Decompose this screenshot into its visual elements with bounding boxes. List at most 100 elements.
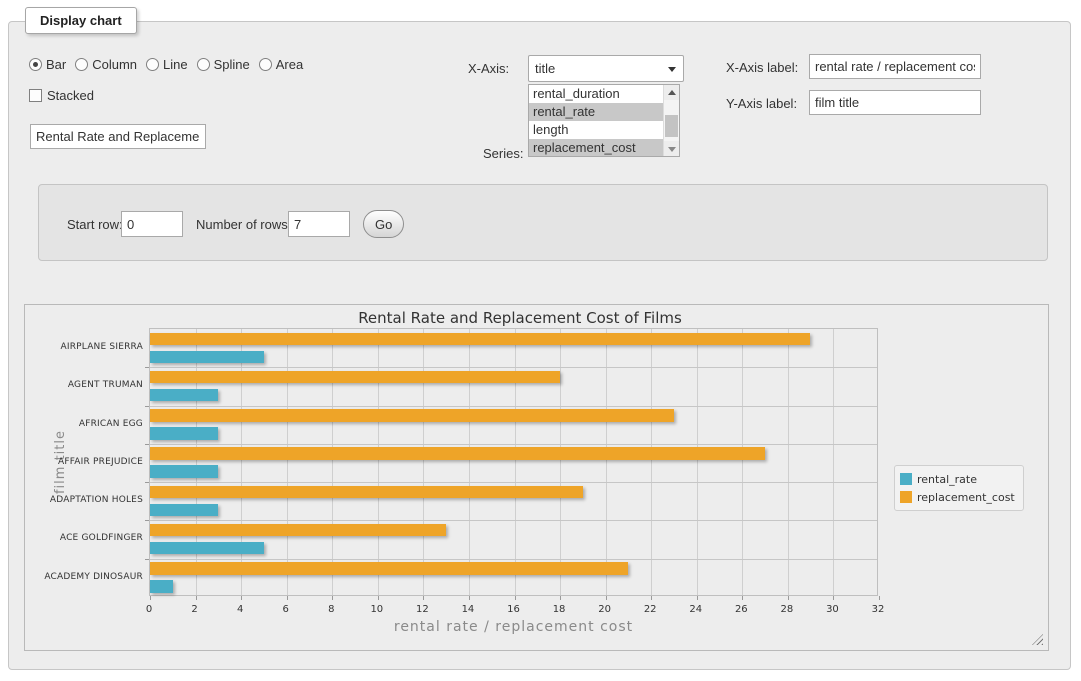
- x-tick-label: 24: [689, 604, 702, 615]
- radio-icon[interactable]: [29, 58, 42, 71]
- category-label: AFFAIR PREJUDICE: [25, 443, 143, 481]
- bar-replacement_cost[interactable]: [150, 524, 446, 537]
- gridline: [560, 329, 561, 595]
- bar-rental_rate[interactable]: [150, 504, 218, 517]
- gridline: [150, 520, 877, 521]
- legend-item-rental_rate[interactable]: rental_rate: [900, 470, 1015, 488]
- gridline: [651, 329, 652, 595]
- chart-type-radio-area[interactable]: Area: [259, 57, 303, 72]
- scrollbar-thumb[interactable]: [665, 115, 678, 137]
- start-row-input[interactable]: [121, 211, 183, 237]
- number-of-rows-input[interactable]: [288, 211, 350, 237]
- scroll-up-icon[interactable]: [664, 85, 679, 100]
- gridline: [606, 329, 607, 595]
- plot-area: [149, 328, 878, 596]
- gridline: [697, 329, 698, 595]
- x-axis-select-value: title: [535, 61, 555, 76]
- x-tick-mark: [469, 596, 470, 600]
- scroll-down-icon[interactable]: [664, 141, 679, 156]
- bar-replacement_cost[interactable]: [150, 371, 560, 384]
- x-tick-label: 18: [553, 604, 566, 615]
- resize-handle-icon[interactable]: [1032, 634, 1043, 645]
- stacked-label: Stacked: [47, 88, 94, 103]
- chevron-down-icon: [668, 67, 676, 72]
- x-tick-label: 28: [781, 604, 794, 615]
- x-tick-mark: [241, 596, 242, 600]
- stacked-checkbox[interactable]: [29, 89, 42, 102]
- x-tick-mark: [287, 596, 288, 600]
- radio-icon[interactable]: [259, 58, 272, 71]
- radio-label: Area: [276, 57, 303, 72]
- radio-icon[interactable]: [146, 58, 159, 71]
- series-option-length[interactable]: length: [529, 121, 663, 139]
- legend-swatch-icon: [900, 491, 912, 503]
- legend-label: rental_rate: [917, 473, 977, 486]
- bar-rental_rate[interactable]: [150, 389, 218, 402]
- chart-type-radio-spline[interactable]: Spline: [197, 57, 250, 72]
- bar-replacement_cost[interactable]: [150, 562, 628, 575]
- legend-item-replacement_cost[interactable]: replacement_cost: [900, 488, 1015, 506]
- series-options: rental_durationrental_ratelengthreplacem…: [529, 85, 679, 157]
- bar-replacement_cost[interactable]: [150, 333, 810, 346]
- y-tick-mark: [145, 559, 149, 560]
- chart-type-radio-bar[interactable]: Bar: [29, 57, 66, 72]
- x-tick-mark: [332, 596, 333, 600]
- gridline: [788, 329, 789, 595]
- x-tick-label: 14: [462, 604, 475, 615]
- x-tick-label: 16: [507, 604, 520, 615]
- chart-type-radio-line[interactable]: Line: [146, 57, 188, 72]
- series-option-replacement_cost[interactable]: replacement_cost: [529, 139, 663, 157]
- category-label: ACE GOLDFINGER: [25, 519, 143, 557]
- x-tick-label: 20: [598, 604, 611, 615]
- y-tick-mark: [145, 406, 149, 407]
- series-list-label: Series:: [483, 146, 523, 161]
- gridline: [469, 329, 470, 595]
- gridline: [150, 444, 877, 445]
- bar-rental_rate[interactable]: [150, 465, 218, 478]
- x-tick-label: 0: [146, 604, 152, 615]
- y-axis-label-input[interactable]: [809, 90, 981, 115]
- x-axis-select-label: X-Axis:: [468, 61, 509, 76]
- x-tick-label: 12: [416, 604, 429, 615]
- gridline: [742, 329, 743, 595]
- radio-label: Column: [92, 57, 137, 72]
- x-axis-label-label: X-Axis label:: [726, 60, 798, 75]
- chart-legend: rental_rate replacement_cost: [894, 465, 1024, 511]
- series-scrollbar[interactable]: [663, 85, 679, 156]
- stacked-option[interactable]: Stacked: [29, 88, 94, 103]
- radio-label: Spline: [214, 57, 250, 72]
- gridline: [150, 367, 877, 368]
- radio-icon[interactable]: [197, 58, 210, 71]
- bar-rental_rate[interactable]: [150, 542, 264, 555]
- x-tick-mark: [196, 596, 197, 600]
- radio-label: Line: [163, 57, 188, 72]
- bar-rental_rate[interactable]: [150, 427, 218, 440]
- go-button[interactable]: Go: [363, 210, 404, 238]
- series-option-rental_rate[interactable]: rental_rate: [529, 103, 663, 121]
- bar-rental_rate[interactable]: [150, 580, 173, 593]
- bar-rental_rate[interactable]: [150, 351, 264, 364]
- x-tick-mark: [606, 596, 607, 600]
- y-axis-label-label: Y-Axis label:: [726, 96, 797, 111]
- x-axis-select[interactable]: title: [528, 55, 684, 82]
- x-tick-mark: [423, 596, 424, 600]
- x-tick-mark: [560, 596, 561, 600]
- chart-container: Rental Rate and Replacement Cost of Film…: [24, 304, 1049, 651]
- series-option-rental_duration[interactable]: rental_duration: [529, 85, 663, 103]
- x-tick-label: 10: [370, 604, 383, 615]
- series-multiselect[interactable]: rental_durationrental_ratelengthreplacem…: [528, 84, 680, 157]
- gridline: [833, 329, 834, 595]
- gridline: [378, 329, 379, 595]
- radio-icon[interactable]: [75, 58, 88, 71]
- x-tick-mark: [150, 596, 151, 600]
- y-tick-mark: [145, 520, 149, 521]
- x-axis-label-input[interactable]: [809, 54, 981, 79]
- gridline: [515, 329, 516, 595]
- bar-replacement_cost[interactable]: [150, 486, 583, 499]
- gridline: [150, 482, 877, 483]
- bar-replacement_cost[interactable]: [150, 447, 765, 460]
- bar-replacement_cost[interactable]: [150, 409, 674, 422]
- y-tick-mark: [145, 444, 149, 445]
- chart-title-input[interactable]: [30, 124, 206, 149]
- chart-type-radio-column[interactable]: Column: [75, 57, 137, 72]
